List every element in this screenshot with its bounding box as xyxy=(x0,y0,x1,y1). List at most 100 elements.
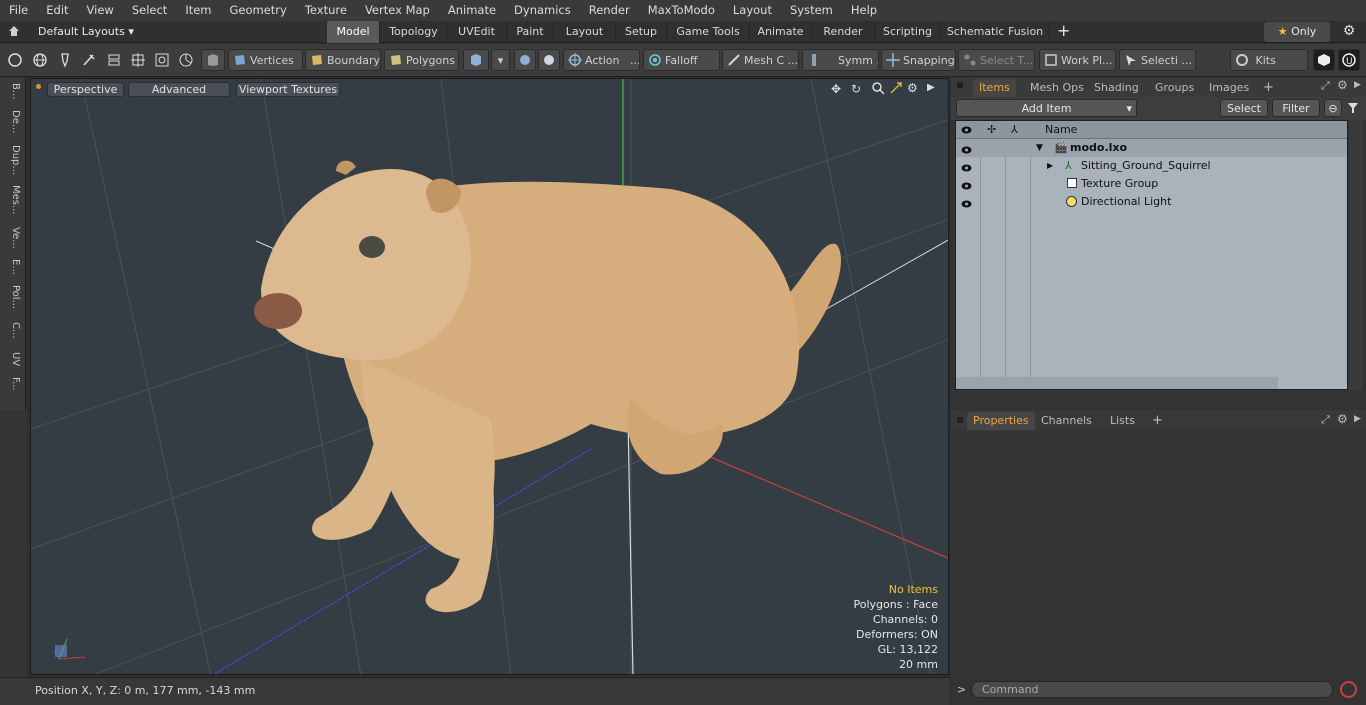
menu-item[interactable]: Item xyxy=(176,0,220,21)
record-icon[interactable] xyxy=(1340,681,1357,698)
menu-texture[interactable]: Texture xyxy=(296,0,356,21)
work-plane-button[interactable]: Work Pl... xyxy=(1039,49,1116,71)
vertices-button[interactable]: Vertices xyxy=(228,49,303,71)
pie-icon[interactable] xyxy=(176,49,196,71)
tab-items[interactable]: Items xyxy=(973,79,1016,97)
left-tab-duplicate[interactable]: Dup... xyxy=(4,145,21,175)
add-item-button[interactable]: Add Item ▾ xyxy=(956,99,1137,117)
rotate-view-icon[interactable]: ↻ xyxy=(851,82,861,96)
name-column-header[interactable]: Name xyxy=(1045,123,1077,136)
panel-expand-icon[interactable]: ⤢ xyxy=(1321,79,1330,93)
falloff-button[interactable]: Falloff xyxy=(643,49,720,71)
left-tab-mesh-edit[interactable]: Mes... xyxy=(4,185,21,215)
tab-topology[interactable]: Topology xyxy=(381,21,447,43)
menu-edit[interactable]: Edit xyxy=(37,0,77,21)
symmetry-button[interactable]: Symm ... xyxy=(802,49,879,71)
menu-help[interactable]: Help xyxy=(842,0,886,21)
tab-render[interactable]: Render xyxy=(812,21,875,43)
menu-geometry[interactable]: Geometry xyxy=(221,0,296,21)
perspective-button[interactable]: Perspective xyxy=(47,82,124,97)
home-icon[interactable] xyxy=(8,25,20,37)
move-view-icon[interactable]: ✥ xyxy=(831,82,841,96)
properties-menu-icon[interactable] xyxy=(957,417,963,423)
grid-snap-icon[interactable] xyxy=(128,49,148,71)
panel-arrow-icon[interactable]: ▶ xyxy=(1354,80,1361,90)
lock-column-icon[interactable]: ✢ xyxy=(987,123,996,136)
cube-app-icon[interactable] xyxy=(1313,49,1335,71)
tab-paint[interactable]: Paint xyxy=(507,21,554,43)
tab-images[interactable]: Images xyxy=(1203,79,1255,97)
tab-setup[interactable]: Setup xyxy=(616,21,667,43)
tab-groups[interactable]: Groups xyxy=(1149,79,1200,97)
tab-model[interactable]: Model xyxy=(327,21,380,43)
shield-mode-icon[interactable] xyxy=(201,49,225,71)
select-through-button[interactable]: Select T... xyxy=(958,49,1035,71)
only-toggle[interactable]: ★ Only xyxy=(1264,22,1330,42)
menu-vertex-map[interactable]: Vertex Map xyxy=(356,0,439,21)
collapse-icon[interactable]: ⊖ xyxy=(1324,99,1342,117)
boundary-button[interactable]: Boundary xyxy=(305,49,381,71)
add-properties-tab-icon[interactable]: + xyxy=(1146,412,1169,430)
left-tab-vertex[interactable]: Ve... xyxy=(4,227,21,249)
tab-game-tools[interactable]: Game Tools xyxy=(667,21,750,43)
item-mode-icon[interactable] xyxy=(463,49,489,71)
select-button[interactable]: Select xyxy=(1220,99,1268,117)
funnel-icon[interactable] xyxy=(1344,99,1362,117)
menu-select[interactable]: Select xyxy=(123,0,176,21)
visibility-column-icon[interactable] xyxy=(961,125,972,135)
tree-hscrollbar[interactable] xyxy=(956,377,1278,389)
tab-channels[interactable]: Channels xyxy=(1035,412,1098,430)
unreal-icon[interactable]: U xyxy=(1338,49,1360,71)
left-tab-polygon[interactable]: Pol... xyxy=(4,285,21,309)
eye-icon[interactable] xyxy=(961,197,972,208)
collapse-chevron-icon[interactable]: ▶ xyxy=(1047,157,1053,175)
eye-icon[interactable] xyxy=(961,143,972,154)
center-icon[interactable] xyxy=(152,49,172,71)
left-tab-basic[interactable]: B... xyxy=(4,83,21,99)
tree-vscrollbar[interactable] xyxy=(1349,120,1363,390)
zoom-view-icon[interactable] xyxy=(871,81,885,95)
properties-expand-icon[interactable]: ⤢ xyxy=(1321,413,1330,427)
snapping-button[interactable]: Snapping xyxy=(881,49,956,71)
pivot-icon[interactable] xyxy=(538,49,560,71)
panel-gear-icon[interactable]: ⚙ xyxy=(1337,78,1348,92)
add-panel-tab-icon[interactable]: + xyxy=(1257,79,1280,97)
left-tab-deform[interactable]: De... xyxy=(4,110,21,133)
properties-arrow-icon[interactable]: ▶ xyxy=(1354,414,1361,424)
gear-icon[interactable]: ⚙ xyxy=(1341,23,1357,39)
properties-gear-icon[interactable]: ⚙ xyxy=(1337,412,1348,426)
panel-menu-icon[interactable] xyxy=(957,82,963,88)
menu-render[interactable]: Render xyxy=(580,0,639,21)
menu-dynamics[interactable]: Dynamics xyxy=(505,0,580,21)
eye-icon[interactable] xyxy=(961,161,972,172)
tab-animate[interactable]: Animate xyxy=(750,21,812,43)
menu-file[interactable]: File xyxy=(0,0,37,21)
tab-mesh-ops[interactable]: Mesh Ops xyxy=(1024,79,1090,97)
kits-button[interactable]: Kits xyxy=(1230,49,1308,71)
material-icon[interactable] xyxy=(514,49,536,71)
menu-system[interactable]: System xyxy=(781,0,842,21)
type-column-icon[interactable]: ⅄ xyxy=(1011,123,1018,136)
menu-animate[interactable]: Animate xyxy=(439,0,505,21)
mode-dropdown-icon[interactable]: ▾ xyxy=(491,49,510,71)
menu-layout[interactable]: Layout xyxy=(724,0,781,21)
menu-view[interactable]: View xyxy=(78,0,123,21)
layout-dropdown[interactable]: Default Layouts ▾ xyxy=(38,21,134,42)
tab-shading[interactable]: Shading xyxy=(1088,79,1145,97)
tab-layout[interactable]: Layout xyxy=(554,21,616,43)
filter-button[interactable]: Filter xyxy=(1272,99,1320,117)
tab-lists[interactable]: Lists xyxy=(1104,412,1141,430)
advanced-button[interactable]: Advanced xyxy=(128,82,230,97)
tree-row-light[interactable]: Directional Light xyxy=(956,193,1347,211)
action-center-button[interactable]: Action ... xyxy=(563,49,640,71)
expand-chevron-icon[interactable]: ▼ xyxy=(1036,139,1043,157)
tree-row-texture-group[interactable]: Texture Group xyxy=(956,175,1347,193)
eye-icon[interactable] xyxy=(961,179,972,190)
add-tab-icon[interactable]: + xyxy=(1057,21,1070,41)
selection-sets-button[interactable]: Selecti ... xyxy=(1119,49,1196,71)
command-input[interactable]: Command xyxy=(971,681,1333,698)
brush-icon[interactable] xyxy=(79,49,99,71)
tab-scripting[interactable]: Scripting xyxy=(875,21,941,43)
polygons-button[interactable]: Polygons xyxy=(384,49,459,71)
viewport-arrow-icon[interactable]: ▶ xyxy=(927,82,935,93)
